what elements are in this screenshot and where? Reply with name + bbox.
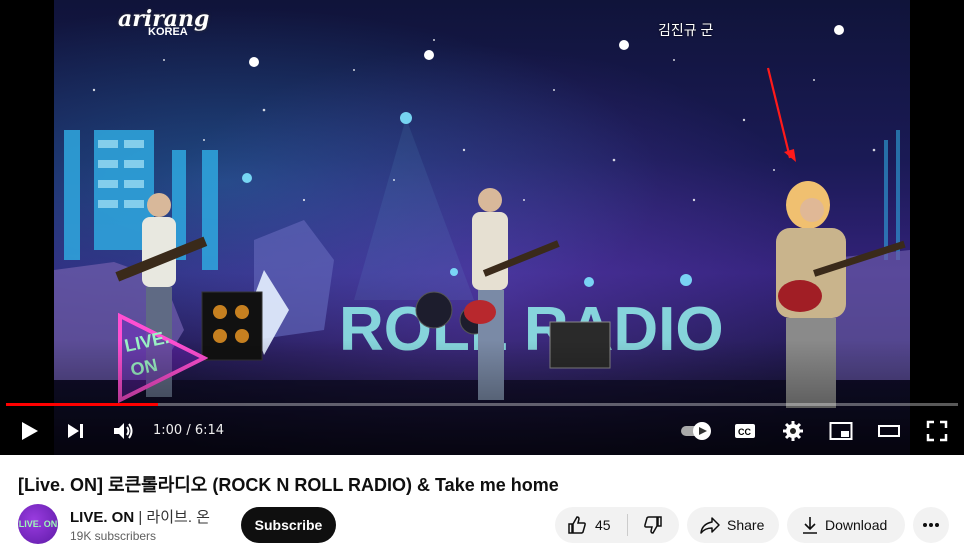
more-actions-button[interactable] xyxy=(913,507,949,543)
time-total: 6:14 xyxy=(194,423,225,438)
download-label: Download xyxy=(825,517,888,533)
fullscreen-icon xyxy=(926,420,948,442)
dislike-button[interactable] xyxy=(628,507,678,543)
share-icon xyxy=(700,517,720,534)
video-caption: 김진규 군 xyxy=(658,22,714,38)
like-button[interactable]: 45 xyxy=(555,507,627,543)
captions-icon: CC xyxy=(735,424,755,438)
autoplay-toggle[interactable] xyxy=(680,416,714,446)
more-horizontal-icon xyxy=(923,523,939,527)
progress-played xyxy=(6,403,159,406)
volume-button[interactable] xyxy=(108,416,138,446)
play-button[interactable] xyxy=(14,416,44,446)
arirang-watermark: arirang KOREA xyxy=(118,6,209,38)
like-count: 45 xyxy=(595,517,611,533)
settings-icon xyxy=(783,421,803,441)
time-current: 1:00 xyxy=(153,423,183,438)
watermark-sub: KOREA xyxy=(148,26,188,38)
progress-bar[interactable] xyxy=(6,403,958,406)
video-player[interactable]: ROLL RADIO arirang KOREA 김진규 군 1:00 / 6:… xyxy=(0,0,964,455)
play-icon xyxy=(22,422,38,440)
next-icon xyxy=(68,424,83,438)
captions-button[interactable]: CC xyxy=(730,416,760,446)
share-label: Share xyxy=(727,517,765,533)
thumbs-down-icon xyxy=(644,516,662,534)
volume-icon xyxy=(114,423,133,439)
video-title: [Live. ON] 로큰롤라디오 (ROCK N ROLL RADIO) & … xyxy=(18,475,559,495)
share-button[interactable]: Share xyxy=(687,507,779,543)
thumbs-up-icon xyxy=(568,516,586,534)
channel-name[interactable]: LIVE. ON | 라이브. 온 xyxy=(70,506,210,527)
theater-icon xyxy=(878,425,900,437)
controls-gradient xyxy=(0,340,964,455)
channel-avatar[interactable]: LIVE. ON xyxy=(18,504,58,544)
autoplay-toggle-icon xyxy=(681,422,711,440)
theater-button[interactable] xyxy=(874,416,904,446)
subscribe-button[interactable]: Subscribe xyxy=(241,507,336,543)
svg-text:CC: CC xyxy=(738,427,751,437)
settings-button[interactable] xyxy=(778,416,808,446)
time-display: 1:00 / 6:14 xyxy=(153,423,225,438)
channel-name-korean[interactable]: | 라이브. 온 xyxy=(134,509,210,526)
download-button[interactable]: Download xyxy=(787,507,905,543)
next-button[interactable] xyxy=(60,416,90,446)
avatar-text: LIVE. ON xyxy=(18,518,58,529)
miniplayer-button[interactable] xyxy=(826,416,856,446)
fullscreen-button[interactable] xyxy=(922,416,952,446)
download-icon xyxy=(803,517,817,534)
subscriber-count: 19K subscribers xyxy=(70,529,157,543)
miniplayer-icon xyxy=(829,422,853,440)
like-dislike-group: 45 xyxy=(555,507,679,543)
